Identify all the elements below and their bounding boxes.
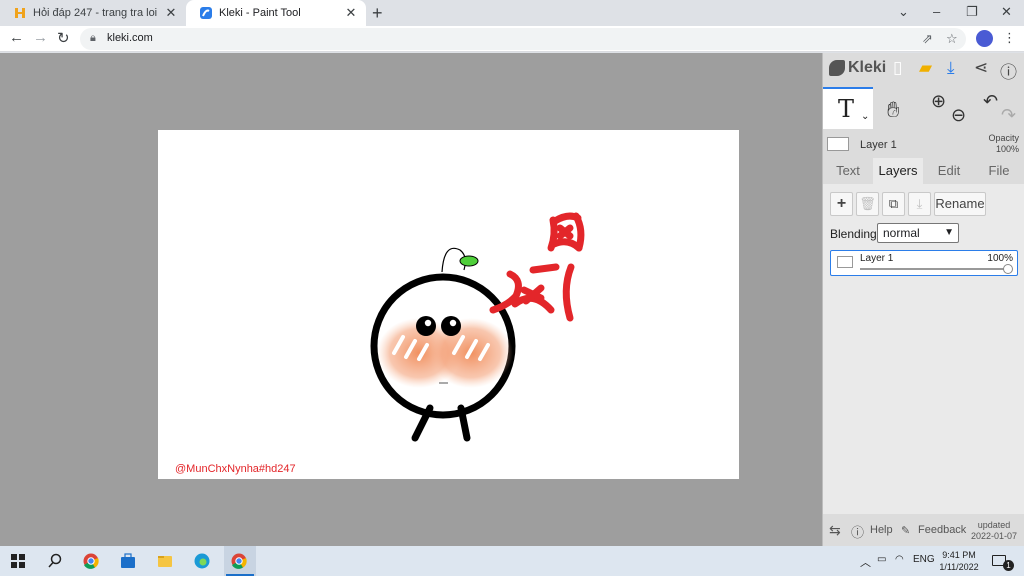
forward-icon[interactable]: → bbox=[33, 29, 48, 46]
current-layer-name: Layer 1 bbox=[860, 139, 897, 151]
layer-list-item[interactable]: Layer 1 100% bbox=[830, 250, 1018, 276]
back-icon[interactable]: ← bbox=[9, 29, 24, 46]
drawing-artwork bbox=[370, 212, 585, 442]
layer-thumbnail bbox=[837, 256, 853, 268]
right-eye-shine bbox=[449, 319, 457, 327]
new-tab-button[interactable]: + bbox=[372, 3, 383, 24]
watermark-text: @MunChxNynha#hd247 bbox=[175, 463, 296, 475]
blending-value: normal bbox=[883, 226, 920, 240]
zoom-out-icon[interactable]: ⊖ bbox=[951, 105, 966, 126]
right-eye bbox=[441, 316, 461, 336]
undo-icon[interactable]: ↶ bbox=[983, 91, 998, 112]
download-icon[interactable]: ⤓ bbox=[947, 58, 955, 78]
share-icon[interactable]: ⇗ bbox=[922, 31, 933, 47]
feedback-link[interactable]: Feedback bbox=[918, 524, 966, 536]
help-icon[interactable]: ⓘ bbox=[851, 522, 864, 541]
layer-thumbnail bbox=[827, 137, 849, 151]
blending-label: Blending bbox=[830, 227, 877, 241]
chevron-down-icon: ▼ bbox=[944, 227, 954, 238]
profile-avatar[interactable] bbox=[976, 30, 993, 47]
canvas-workspace[interactable]: @MunChxNynha#hd247 bbox=[0, 53, 822, 546]
redo-icon[interactable]: ↷ bbox=[1001, 105, 1016, 126]
left-eye bbox=[416, 316, 436, 336]
close-tab-icon[interactable]: ✕ bbox=[164, 5, 178, 21]
share-icon[interactable]: ⋖ bbox=[974, 58, 988, 78]
chevron-down-icon[interactable]: ⌄ bbox=[861, 111, 869, 122]
tab-layers[interactable]: Layers bbox=[873, 158, 923, 184]
tab-title: Kleki - Paint Tool bbox=[219, 7, 301, 19]
tab-text[interactable]: Text bbox=[827, 158, 869, 184]
layer-name: Layer 1 bbox=[860, 253, 894, 264]
store-icon[interactable] bbox=[120, 553, 136, 569]
opacity-readout: Opacity 100% bbox=[988, 133, 1019, 154]
minimize-icon[interactable]: – bbox=[933, 4, 940, 19]
layer-opacity-track[interactable] bbox=[860, 268, 1008, 270]
wifi-icon[interactable]: ◠ bbox=[895, 554, 904, 565]
address-bar[interactable]: 🔒︎ kleki.com ⇗ ☆ bbox=[80, 28, 966, 50]
hand-tool-icon[interactable]: ✋︎ bbox=[887, 97, 900, 123]
tab-hoidap[interactable]: Hỏi đáp 247 - trang tra loi ✕ bbox=[0, 0, 186, 26]
edge-icon[interactable] bbox=[194, 553, 210, 569]
swap-sides-icon[interactable]: ⇆ bbox=[829, 522, 841, 539]
help-circle-icon[interactable]: ⓘ bbox=[1000, 58, 1017, 83]
kleki-brand-text: Kleki bbox=[848, 59, 887, 76]
browser-toolbar: ← → ↻ 🔒︎ kleki.com ⇗ ☆ bbox=[0, 26, 1024, 52]
battery-icon[interactable]: ▭ bbox=[877, 554, 886, 565]
reload-icon[interactable]: ↻ bbox=[57, 29, 70, 47]
current-layer-bar: Layer 1 Opacity 100% bbox=[823, 133, 1024, 159]
search-icon[interactable] bbox=[47, 553, 63, 569]
lock-icon[interactable]: 🔒︎ bbox=[90, 32, 96, 45]
updated-info: updated 2022-01-07 bbox=[971, 520, 1018, 541]
delete-layer-button[interactable]: 🗑︎ bbox=[856, 192, 879, 216]
chrome-active-icon[interactable] bbox=[231, 553, 247, 569]
tab-kleki[interactable]: Kleki - Paint Tool ✕ bbox=[186, 0, 366, 26]
feedback-icon[interactable]: ✎ bbox=[901, 524, 910, 537]
new-file-icon[interactable]: ▯ bbox=[893, 58, 902, 78]
restore-icon[interactable]: ❐ bbox=[966, 4, 978, 20]
kleki-sidebar: Kleki ▯ ▰ ⤓ ⋖ ⓘ T ⌄ ✋︎ ⊕ ⊖ ↶ ↷ Layer 1 O… bbox=[822, 53, 1024, 546]
sprout-leaf bbox=[459, 255, 479, 267]
bookmark-star-icon[interactable]: ☆ bbox=[946, 31, 958, 47]
tab-strip: Hỏi đáp 247 - trang tra loi ✕ Kleki - Pa… bbox=[0, 0, 1024, 26]
file-explorer-icon[interactable] bbox=[157, 553, 173, 569]
rename-layer-button[interactable]: Rename bbox=[934, 192, 986, 216]
show-hidden-icons[interactable]: ︿ bbox=[860, 554, 871, 570]
close-tab-icon[interactable]: ✕ bbox=[344, 5, 358, 21]
text-tool-icon[interactable]: T bbox=[838, 95, 854, 123]
layer-opacity-handle[interactable] bbox=[1003, 264, 1013, 274]
open-folder-icon[interactable]: ▰ bbox=[919, 58, 932, 78]
blending-select[interactable]: normal ▼ bbox=[877, 223, 959, 243]
clock[interactable]: 9:41 PM 1/11/2022 bbox=[936, 549, 982, 573]
help-link[interactable]: Help bbox=[870, 524, 893, 536]
left-eye-shine bbox=[424, 319, 432, 327]
tab-file[interactable]: File bbox=[977, 158, 1021, 184]
windows-start-icon[interactable] bbox=[10, 553, 26, 569]
chrome-icon[interactable] bbox=[83, 553, 99, 569]
panel-footer: ⇆ ⓘ Help ✎ Feedback updated 2022-01-07 bbox=[823, 514, 1024, 546]
tab-edit[interactable]: Edit bbox=[927, 158, 971, 184]
notification-badge: 1 bbox=[1003, 560, 1014, 571]
layers-panel: + 🗑︎ ⧉ ⤓ Rename Blending normal ▼ Layer … bbox=[823, 184, 1024, 514]
duplicate-layer-button[interactable]: ⧉ bbox=[882, 192, 905, 216]
url-text[interactable]: kleki.com bbox=[107, 32, 153, 44]
merge-down-button[interactable]: ⤓ bbox=[908, 192, 931, 216]
hoidap-favicon-icon bbox=[15, 8, 25, 18]
tab-title: Hỏi đáp 247 - trang tra loi bbox=[33, 7, 158, 19]
add-layer-button[interactable]: + bbox=[830, 192, 853, 216]
browser-menu-icon[interactable]: ⋮ bbox=[1003, 30, 1016, 46]
zoom-in-icon[interactable]: ⊕ bbox=[931, 91, 946, 112]
layer-opacity: 100% bbox=[987, 253, 1013, 264]
kleki-logo-icon bbox=[829, 60, 845, 76]
windows-taskbar: ︿ ▭ ◠ ENG 9:41 PM 1/11/2022 1 bbox=[0, 546, 1024, 576]
close-window-icon[interactable]: ✕ bbox=[1001, 4, 1012, 20]
tab-search-icon[interactable]: ⌄ bbox=[898, 4, 909, 20]
language-indicator[interactable]: ENG bbox=[913, 554, 935, 565]
kleki-favicon-icon bbox=[200, 7, 212, 19]
drawing-canvas[interactable]: @MunChxNynha#hd247 bbox=[158, 130, 739, 479]
panel-tabs: Text Layers Edit File bbox=[823, 158, 1024, 184]
kleki-logo[interactable]: Kleki bbox=[829, 59, 886, 77]
anger-mark-small bbox=[547, 212, 585, 252]
